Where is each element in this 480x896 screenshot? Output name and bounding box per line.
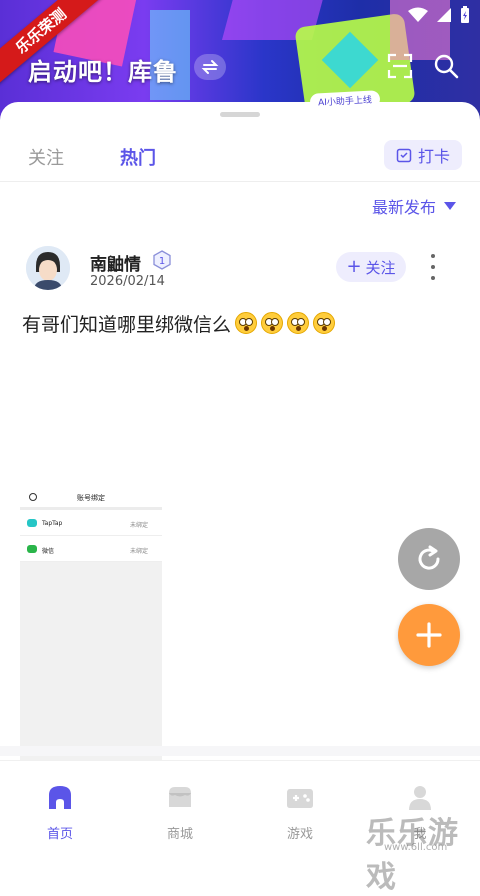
nav-home[interactable]: 首页 bbox=[20, 783, 100, 842]
plus-icon: + bbox=[346, 256, 362, 277]
nav-mall-label: 商城 bbox=[166, 827, 193, 842]
level-badge: 1 bbox=[152, 250, 172, 270]
post-date: 2026/02/14 bbox=[90, 274, 165, 289]
image-row-value: 未绑定 bbox=[129, 548, 148, 555]
flushed-emoji-icon bbox=[235, 312, 258, 334]
level-number: 1 bbox=[159, 256, 165, 267]
follow-button[interactable]: + 关注 bbox=[336, 252, 406, 282]
tab-hot[interactable]: 热门 bbox=[120, 144, 156, 170]
sort-label: 最新发布 bbox=[371, 198, 436, 217]
nav-home-label: 首页 bbox=[46, 827, 73, 842]
nav-game-label: 游戏 bbox=[286, 827, 313, 842]
wechat-icon bbox=[27, 545, 37, 553]
create-post-button[interactable] bbox=[398, 604, 460, 666]
flushed-emoji-icon bbox=[287, 312, 310, 334]
game-title: 启动吧！库鲁 bbox=[28, 58, 178, 86]
site-watermark-url: www.6ll.com bbox=[384, 842, 448, 853]
shop-icon bbox=[169, 787, 191, 807]
caret-down-icon bbox=[444, 202, 456, 210]
flushed-emoji-icon bbox=[261, 312, 284, 334]
checkin-label: 打卡 bbox=[417, 147, 450, 166]
tab-following[interactable]: 关注 bbox=[28, 144, 64, 170]
follow-label: 关注 bbox=[365, 258, 396, 277]
scan-button[interactable] bbox=[384, 50, 416, 82]
refresh-icon bbox=[418, 545, 440, 570]
drag-handle[interactable] bbox=[220, 112, 260, 117]
search-icon bbox=[434, 54, 459, 79]
scan-icon bbox=[387, 53, 413, 79]
image-row: 微信 未绑定 bbox=[20, 536, 162, 562]
section-divider bbox=[0, 746, 480, 756]
signal-icon bbox=[437, 8, 451, 22]
status-bar bbox=[408, 6, 470, 24]
avatar[interactable] bbox=[26, 246, 70, 290]
wifi-icon bbox=[408, 7, 428, 22]
taptap-icon bbox=[27, 519, 37, 527]
gamepad-icon bbox=[287, 789, 313, 808]
refresh-button[interactable] bbox=[398, 528, 460, 590]
nav-game[interactable]: 游戏 bbox=[260, 783, 340, 842]
author-name[interactable]: 南鼬情 bbox=[90, 250, 141, 275]
feed-sheet: 关注 热门 打卡 最新发布 南鼬情 1 2026/02/14 + 关注 有哥们知… bbox=[0, 102, 480, 855]
image-header: 账号绑定 bbox=[20, 486, 162, 510]
plus-icon bbox=[416, 622, 442, 648]
image-title: 账号绑定 bbox=[77, 494, 105, 502]
user-avatar-icon bbox=[26, 246, 70, 290]
swap-icon bbox=[201, 60, 219, 74]
more-options-button[interactable] bbox=[425, 254, 441, 280]
level-hex-icon: 1 bbox=[153, 250, 171, 270]
image-row-value: 未绑定 bbox=[129, 522, 148, 529]
nav-mall[interactable]: 商城 bbox=[140, 783, 220, 842]
battery-icon bbox=[461, 6, 469, 23]
search-button[interactable] bbox=[430, 50, 462, 82]
sort-dropdown[interactable]: 最新发布 bbox=[372, 194, 456, 218]
post-body: 有哥们知道哪里绑微信么 bbox=[22, 314, 232, 336]
image-row-label: 微信 bbox=[42, 548, 55, 555]
feed-tabs: 关注 热门 打卡 bbox=[0, 132, 480, 182]
checkin-button[interactable]: 打卡 bbox=[383, 140, 462, 170]
switch-game-button[interactable] bbox=[194, 54, 226, 80]
image-row-label: TapTap bbox=[42, 520, 63, 527]
calendar-icon bbox=[396, 148, 412, 163]
post-text: 有哥们知道哪里绑微信么 bbox=[22, 310, 336, 337]
flushed-emoji-icon bbox=[313, 312, 336, 334]
home-icon bbox=[49, 786, 71, 809]
image-row: TapTap 未绑定 bbox=[20, 510, 162, 536]
user-icon bbox=[409, 786, 431, 810]
